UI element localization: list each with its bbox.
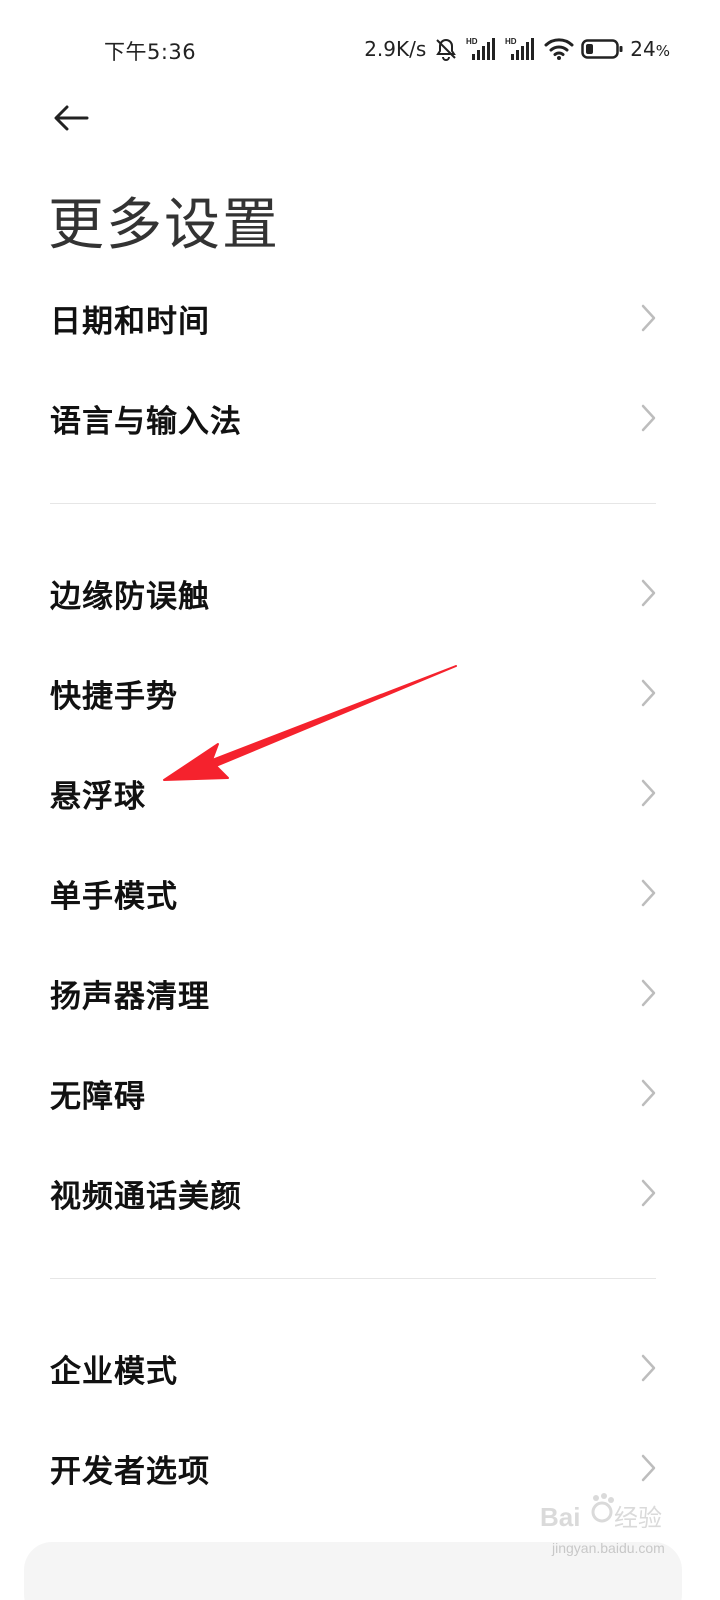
item-label: 扬声器清理 bbox=[50, 978, 210, 1015]
list-item-video-call-beauty[interactable]: 视频通话美颜 bbox=[0, 1143, 720, 1243]
svg-text:HD: HD bbox=[505, 37, 517, 46]
status-icons: 2.9K/s HD HD 24% bbox=[364, 34, 670, 64]
list-item-floating-ball[interactable]: 悬浮球 bbox=[0, 743, 720, 843]
chevron-right-icon bbox=[641, 1179, 656, 1207]
list-item-speaker-cleaning[interactable]: 扬声器清理 bbox=[0, 943, 720, 1043]
page-title: 更多设置 bbox=[48, 193, 280, 258]
mute-icon bbox=[433, 36, 459, 62]
svg-text:HD: HD bbox=[466, 37, 478, 46]
back-arrow-icon bbox=[54, 105, 89, 131]
list-item-enterprise-mode[interactable]: 企业模式 bbox=[0, 1318, 720, 1418]
chevron-right-icon bbox=[641, 579, 656, 607]
chevron-right-icon bbox=[641, 1354, 656, 1382]
status-bar: 下午5:36 2.9K/s HD HD 24% bbox=[0, 0, 720, 96]
item-label: 日期和时间 bbox=[50, 303, 210, 340]
back-button[interactable] bbox=[46, 96, 96, 140]
svg-text:经验: 经验 bbox=[614, 1504, 662, 1532]
list-item-accessibility[interactable]: 无障碍 bbox=[0, 1043, 720, 1143]
item-label: 语言与输入法 bbox=[50, 403, 242, 440]
chevron-right-icon bbox=[641, 304, 656, 332]
item-label: 悬浮球 bbox=[50, 778, 146, 815]
list-item-date-time[interactable]: 日期和时间 bbox=[0, 268, 720, 368]
hd-signal-icon: HD bbox=[466, 36, 498, 62]
item-label: 快捷手势 bbox=[50, 678, 178, 715]
watermark-url: jingyan.baidu.com bbox=[552, 1540, 665, 1556]
item-label: 视频通话美颜 bbox=[50, 1178, 242, 1215]
chevron-right-icon bbox=[641, 779, 656, 807]
chevron-right-icon bbox=[641, 1079, 656, 1107]
item-label: 无障碍 bbox=[50, 1078, 146, 1115]
wifi-icon bbox=[544, 37, 574, 61]
chevron-right-icon bbox=[641, 404, 656, 432]
list-item-one-handed-mode[interactable]: 单手模式 bbox=[0, 843, 720, 943]
net-speed: 2.9K/s bbox=[364, 37, 427, 61]
battery-percent: 24% bbox=[630, 37, 670, 61]
svg-text:Bai: Bai bbox=[540, 1502, 580, 1532]
chevron-right-icon bbox=[641, 879, 656, 907]
baidu-watermark-logo: Bai 经验 bbox=[540, 1493, 662, 1532]
chevron-right-icon bbox=[641, 1454, 656, 1482]
divider bbox=[50, 1278, 656, 1279]
item-label: 开发者选项 bbox=[50, 1453, 210, 1490]
status-time: 下午5:36 bbox=[104, 40, 197, 64]
item-label: 边缘防误触 bbox=[50, 578, 210, 615]
list-item-quick-gestures[interactable]: 快捷手势 bbox=[0, 643, 720, 743]
item-label: 企业模式 bbox=[50, 1353, 178, 1390]
list-item-edge-touch[interactable]: 边缘防误触 bbox=[0, 543, 720, 643]
item-label: 单手模式 bbox=[50, 878, 178, 915]
list-item-language-input[interactable]: 语言与输入法 bbox=[0, 368, 720, 468]
chevron-right-icon bbox=[641, 679, 656, 707]
hd-signal-icon: HD bbox=[505, 36, 537, 62]
chevron-right-icon bbox=[641, 979, 656, 1007]
divider bbox=[50, 503, 656, 504]
battery-icon bbox=[581, 38, 623, 60]
